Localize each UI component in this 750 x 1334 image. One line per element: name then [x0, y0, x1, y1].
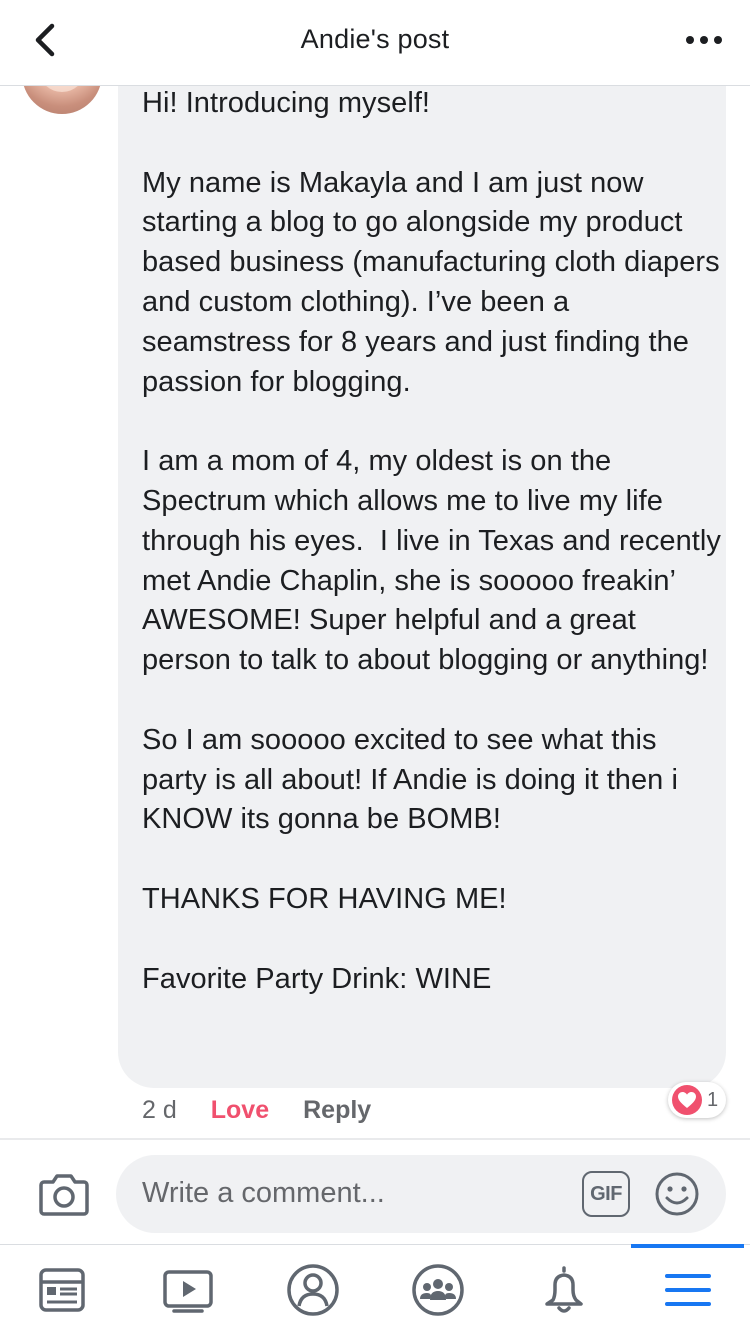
reply-button[interactable]: Reply [303, 1096, 371, 1125]
page-title: Andie's post [300, 24, 450, 54]
watch-video-icon [163, 1270, 213, 1313]
heart-reaction-badge [672, 1085, 702, 1115]
menu-hamburger-icon [665, 1274, 711, 1306]
groups-icon [412, 1264, 464, 1316]
active-tab-indicator [631, 1244, 744, 1248]
comment-text: Hi! Introducing myself! My name is Makay… [142, 87, 721, 995]
notifications-bell-icon [545, 1266, 583, 1313]
tab-menu[interactable] [660, 1262, 716, 1318]
love-button[interactable]: Love [211, 1096, 269, 1125]
top-bar: Andie's post [0, 0, 750, 86]
tab-news-feed[interactable] [34, 1262, 90, 1318]
news-feed-icon [39, 1268, 85, 1312]
comment-placeholder: Write a comment... [142, 1177, 385, 1209]
camera-icon [39, 1174, 89, 1216]
gif-button[interactable]: GIF [582, 1171, 630, 1217]
tab-profile[interactable] [285, 1262, 341, 1318]
profile-icon [287, 1264, 339, 1316]
tab-groups[interactable] [410, 1262, 466, 1318]
emoji-button[interactable] [654, 1171, 700, 1217]
smiley-icon [655, 1172, 699, 1216]
comment-actions: 2 d Love Reply [142, 1092, 371, 1128]
comment-bubble[interactable]: Hi! Introducing myself! My name is Makay… [118, 60, 726, 1088]
post-comments-screen: Andie's post Hi! Introducing myself! My … [0, 0, 750, 1334]
heart-icon [678, 1092, 696, 1108]
tab-watch[interactable] [160, 1262, 216, 1318]
camera-button[interactable] [38, 1170, 90, 1218]
more-options-button[interactable] [682, 24, 726, 60]
reaction-summary[interactable]: 1 [668, 1082, 726, 1118]
composer-divider [0, 1138, 750, 1140]
comment-timestamp: 2 d [142, 1095, 177, 1124]
reaction-count: 1 [707, 1088, 719, 1111]
comment-input[interactable]: Write a comment... GIF [116, 1155, 726, 1233]
more-horizontal-icon [686, 36, 722, 44]
tab-notifications[interactable] [536, 1262, 592, 1318]
bottom-tab-bar [0, 1244, 750, 1334]
